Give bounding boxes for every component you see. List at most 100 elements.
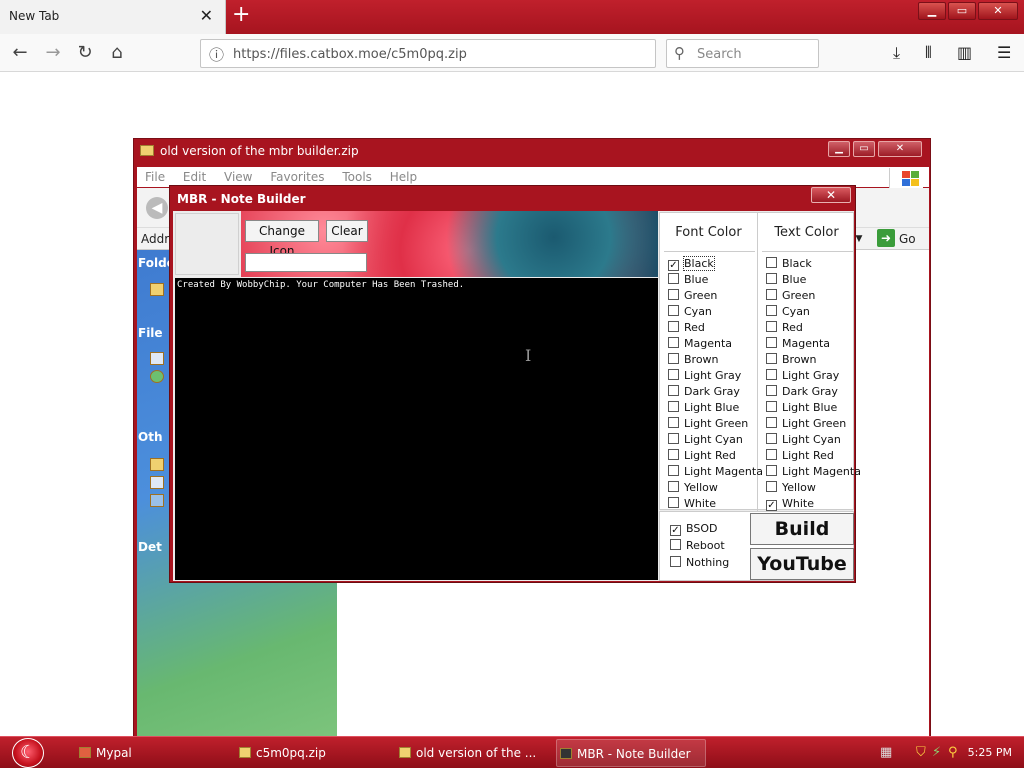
menu-help[interactable]: Help: [390, 167, 417, 187]
action-option[interactable]: Reboot: [670, 539, 725, 552]
close-window-icon[interactable]: ✕: [878, 141, 922, 157]
font-color-option[interactable]: ✓ Black: [668, 256, 715, 273]
tab-new-tab[interactable]: New Tab ✕: [0, 0, 226, 34]
checkbox[interactable]: [668, 369, 679, 380]
checkbox[interactable]: ✓: [668, 260, 679, 271]
url-bar[interactable]: ⓘ https://files.catbox.moe/c5m0pq.zip: [200, 39, 656, 68]
keyboard-icon[interactable]: ▦: [880, 745, 892, 760]
change-icon-button[interactable]: Change Icon: [245, 220, 319, 258]
font-color-option[interactable]: Light Cyan: [668, 433, 743, 449]
checkbox[interactable]: [766, 257, 777, 268]
checkbox[interactable]: ✓: [670, 525, 681, 536]
font-color-option[interactable]: Red: [668, 321, 705, 337]
text-color-option[interactable]: Dark Gray: [766, 385, 838, 401]
search-tray-icon[interactable]: ⚲: [948, 745, 958, 760]
checkbox[interactable]: [766, 481, 777, 492]
checkbox[interactable]: [766, 305, 777, 316]
text-color-option[interactable]: Magenta: [766, 337, 830, 353]
font-color-option[interactable]: Brown: [668, 353, 719, 369]
text-color-option[interactable]: Blue: [766, 273, 806, 289]
build-button[interactable]: Build: [750, 513, 854, 545]
menu-favorites[interactable]: Favorites: [270, 167, 324, 187]
font-color-option[interactable]: Blue: [668, 273, 708, 289]
home-icon[interactable]: ⌂: [106, 42, 128, 64]
name-input[interactable]: [245, 253, 367, 272]
minimize-icon[interactable]: ▁: [828, 141, 850, 157]
font-color-option[interactable]: Light Blue: [668, 401, 739, 417]
checkbox[interactable]: [766, 289, 777, 300]
checkbox[interactable]: [766, 465, 777, 476]
checkbox[interactable]: [766, 353, 777, 364]
download-icon[interactable]: ⤓: [893, 43, 900, 63]
text-color-option[interactable]: Light Red: [766, 449, 834, 465]
close-icon[interactable]: ✕: [811, 187, 851, 203]
checkbox[interactable]: [668, 465, 679, 476]
menu-file[interactable]: File: [145, 167, 165, 187]
sidebar-icon[interactable]: ▥: [957, 43, 972, 62]
checkbox[interactable]: [766, 321, 777, 332]
checkbox[interactable]: [766, 417, 777, 428]
text-color-option[interactable]: Light Green: [766, 417, 846, 433]
checkbox[interactable]: ✓: [766, 500, 777, 511]
message-textarea[interactable]: Created By WobbyChip. Your Computer Has …: [175, 278, 658, 580]
text-color-option[interactable]: Red: [766, 321, 803, 337]
checkbox[interactable]: [668, 401, 679, 412]
taskbar-item-mypal[interactable]: Mypal: [76, 739, 216, 767]
checkbox[interactable]: [766, 449, 777, 460]
text-color-option[interactable]: Yellow: [766, 481, 816, 497]
pane-head-other[interactable]: Oth: [138, 430, 162, 444]
checkbox[interactable]: [668, 353, 679, 364]
font-color-option[interactable]: Light Green: [668, 417, 748, 433]
taskbar-item-explorer[interactable]: old version of the ...: [396, 739, 546, 767]
checkbox[interactable]: [668, 433, 679, 444]
checkbox[interactable]: [766, 369, 777, 380]
checkbox[interactable]: [668, 497, 679, 508]
checkbox[interactable]: [668, 273, 679, 284]
close-tab-icon[interactable]: ✕: [200, 6, 213, 25]
maximize-icon[interactable]: ▭: [948, 2, 976, 20]
text-color-option[interactable]: Light Blue: [766, 401, 837, 417]
reload-icon[interactable]: ↻: [74, 42, 96, 64]
youtube-button[interactable]: YouTube: [750, 548, 854, 580]
font-color-option[interactable]: Green: [668, 289, 717, 305]
library-icon[interactable]: ⫴: [925, 43, 932, 63]
checkbox[interactable]: [766, 401, 777, 412]
text-color-option[interactable]: Cyan: [766, 305, 810, 321]
font-color-option[interactable]: Light Magenta: [668, 465, 763, 481]
action-option[interactable]: Nothing: [670, 556, 729, 569]
start-button[interactable]: ☾: [12, 738, 44, 768]
text-color-option[interactable]: Green: [766, 289, 815, 305]
action-option[interactable]: ✓ BSOD: [670, 522, 717, 536]
network-icon[interactable]: ⚡: [932, 745, 941, 760]
forward-icon[interactable]: →: [42, 42, 64, 64]
checkbox[interactable]: [766, 273, 777, 284]
text-color-option[interactable]: Black: [766, 257, 812, 273]
taskbar-item-zip[interactable]: c5m0pq.zip: [236, 739, 384, 767]
checkbox[interactable]: [668, 481, 679, 492]
minimize-icon[interactable]: ▁: [918, 2, 946, 20]
back-icon[interactable]: ←: [9, 42, 31, 64]
go-button[interactable]: Go: [899, 232, 916, 246]
pane-head-details[interactable]: Det: [138, 540, 162, 554]
go-arrow-icon[interactable]: ➜: [877, 229, 895, 247]
font-color-option[interactable]: Dark Gray: [668, 385, 740, 401]
menu-view[interactable]: View: [224, 167, 252, 187]
search-input[interactable]: ⚲ Search: [666, 39, 819, 68]
maximize-icon[interactable]: ▭: [853, 141, 875, 157]
checkbox[interactable]: [668, 289, 679, 300]
info-icon[interactable]: ⓘ: [209, 44, 224, 65]
taskbar-item-mbr[interactable]: MBR - Note Builder: [556, 739, 706, 767]
checkbox[interactable]: [766, 433, 777, 444]
text-color-option[interactable]: Light Gray: [766, 369, 839, 385]
text-color-option[interactable]: Light Magenta: [766, 465, 861, 481]
checkbox[interactable]: [668, 321, 679, 332]
text-color-option[interactable]: Light Cyan: [766, 433, 841, 449]
url-text[interactable]: https://files.catbox.moe/c5m0pq.zip: [233, 47, 467, 62]
close-window-icon[interactable]: ✕: [978, 2, 1018, 20]
clear-button[interactable]: Clear: [326, 220, 368, 242]
font-color-option[interactable]: Cyan: [668, 305, 712, 321]
checkbox[interactable]: [668, 449, 679, 460]
pane-head-file[interactable]: File: [138, 326, 163, 340]
checkbox[interactable]: [670, 556, 681, 567]
checkbox[interactable]: [766, 337, 777, 348]
